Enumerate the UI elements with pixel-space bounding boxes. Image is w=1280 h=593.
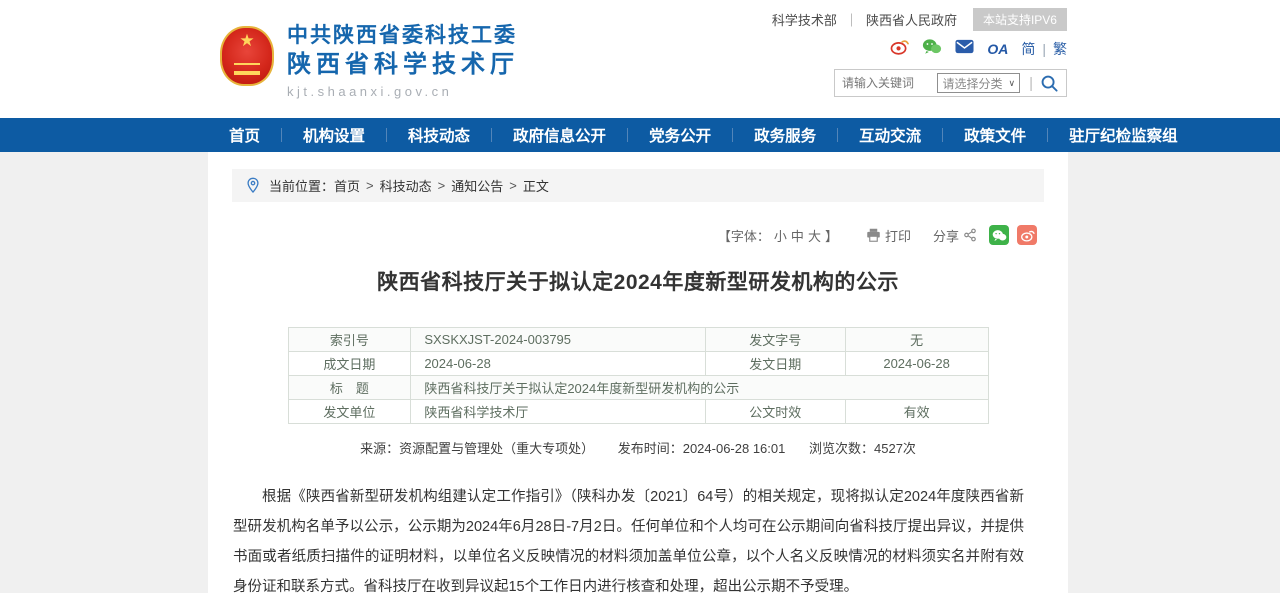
- breadcrumb-home[interactable]: 首页: [334, 176, 360, 195]
- article-controls: 【字体： 小 中 大 】 打印 分享: [208, 225, 1037, 245]
- weibo-icon: [1020, 229, 1035, 242]
- nav-item-policy-docs[interactable]: 政策文件: [943, 118, 1047, 152]
- share-label: 分享: [933, 226, 959, 245]
- share-wechat-button[interactable]: [989, 225, 1009, 245]
- nav-item-interaction[interactable]: 互动交流: [838, 118, 942, 152]
- breadcrumb-arrow: >: [438, 178, 446, 193]
- body-paragraph: 根据《陕西省新型研发机构组建认定工作指引》（陕科办发〔2021〕64号）的相关规…: [233, 482, 1024, 593]
- nav-item-home[interactable]: 首页: [208, 118, 281, 152]
- breadcrumb-notices[interactable]: 通知公告: [451, 176, 503, 195]
- breadcrumb-arrow: >: [366, 178, 374, 193]
- brand-text: 中共陕西省委科技工委 陕西省科学技术厅 kjt.shaanxi.gov.cn: [287, 22, 519, 99]
- search-box: 请选择分类 ∨ |: [834, 69, 1067, 97]
- meta-value-issuing-unit: 陕西省科学技术厅: [411, 400, 706, 424]
- breadcrumb-arrow: >: [509, 178, 517, 193]
- font-size-large-button[interactable]: 大: [808, 226, 821, 245]
- share-button[interactable]: 分享: [933, 226, 981, 245]
- meta-label-written-date: 成文日期: [288, 352, 411, 376]
- meta-value-written-date: 2024-06-28: [411, 352, 706, 376]
- lang-divider: |: [1042, 41, 1046, 57]
- main-navigation: 首页 机构设置 科技动态 政府信息公开 党务公开 政务服务 互动交流 政策文件 …: [0, 118, 1280, 152]
- font-size-small-button[interactable]: 小: [774, 226, 787, 245]
- print-label: 打印: [885, 226, 911, 245]
- breadcrumb: 当前位置： 首页 > 科技动态 > 通知公告 > 正文: [232, 169, 1044, 202]
- header-utilities: 科学技术部 ｜ 陕西省人民政府 本站支持IPV6: [772, 8, 1067, 97]
- font-size-prefix: 【字体：: [718, 226, 770, 245]
- wechat-icon: [992, 229, 1007, 242]
- nav-item-discipline-inspection[interactable]: 驻厅纪检监察组: [1048, 118, 1199, 152]
- meta-value-index-no: SXSKXJST-2024-003795: [411, 328, 706, 352]
- meta-label-validity: 公文时效: [705, 400, 845, 424]
- search-button[interactable]: [1040, 74, 1059, 93]
- publish-time: 发布时间：2024-06-28 16:01: [618, 441, 786, 456]
- meta-label-doc-no: 发文字号: [705, 328, 845, 352]
- language-switcher: 简 | 繁: [1021, 39, 1067, 59]
- search-input[interactable]: [842, 76, 937, 90]
- site-url: kjt.shaanxi.gov.cn: [287, 84, 519, 99]
- document-meta-table: 索引号 SXSKXJST-2024-003795 发文字号 无 成文日期 202…: [288, 327, 989, 424]
- page-title: 陕西省科技厅关于拟认定2024年度新型研发机构的公示: [208, 266, 1068, 296]
- article-source: 来源：资源配置与管理处（重大专项处）: [360, 441, 594, 456]
- meta-value-title: 陕西省科技厅关于拟认定2024年度新型研发机构的公示: [411, 376, 988, 400]
- org-name-line2: 陕西省科学技术厅: [287, 49, 519, 80]
- category-select-value: 请选择分类: [942, 75, 1002, 92]
- meta-value-validity: 有效: [845, 400, 988, 424]
- search-row: 请选择分类 ∨ |: [834, 69, 1067, 97]
- share-nodes-icon: [963, 228, 977, 242]
- search-icon: [1040, 74, 1059, 93]
- top-links-row: 科学技术部 ｜ 陕西省人民政府 本站支持IPV6: [772, 8, 1067, 30]
- print-button[interactable]: 打印: [862, 226, 911, 245]
- social-icon-row: OA 简 | 繁: [877, 39, 1067, 59]
- table-row: 成文日期 2024-06-28 发文日期 2024-06-28: [288, 352, 988, 376]
- top-links-separator: ｜: [845, 10, 858, 29]
- table-row: 发文单位 陕西省科学技术厅 公文时效 有效: [288, 400, 988, 424]
- breadcrumb-tech-news[interactable]: 科技动态: [380, 176, 432, 195]
- category-select[interactable]: 请选择分类 ∨: [937, 73, 1020, 93]
- link-most[interactable]: 科学技术部: [772, 10, 837, 29]
- content-card: 当前位置： 首页 > 科技动态 > 通知公告 > 正文 【字体： 小 中 大 】…: [208, 152, 1068, 593]
- meta-label-issue-date: 发文日期: [705, 352, 845, 376]
- nav-items-container: 首页 机构设置 科技动态 政府信息公开 党务公开 政务服务 互动交流 政策文件 …: [208, 118, 1199, 152]
- nav-item-gov-services[interactable]: 政务服务: [733, 118, 837, 152]
- breadcrumb-current: 正文: [523, 176, 549, 195]
- table-row: 标 题 陕西省科技厅关于拟认定2024年度新型研发机构的公示: [288, 376, 988, 400]
- font-size-suffix: 】: [825, 226, 838, 245]
- lang-simplified[interactable]: 简: [1021, 39, 1035, 59]
- printer-icon: [866, 228, 881, 242]
- font-size-control: 【字体： 小 中 大 】: [716, 226, 840, 245]
- share-weibo-button[interactable]: [1017, 225, 1037, 245]
- meta-label-issuing-unit: 发文单位: [288, 400, 411, 424]
- source-line: 来源：资源配置与管理处（重大专项处） 发布时间：2024-06-28 16:01…: [208, 438, 1068, 457]
- nav-item-tech-news[interactable]: 科技动态: [387, 118, 491, 152]
- article-body: 根据《陕西省新型研发机构组建认定工作指引》（陕科办发〔2021〕64号）的相关规…: [208, 457, 1068, 593]
- location-pin-icon: [245, 177, 261, 194]
- view-count: 浏览次数：4527次: [809, 441, 916, 456]
- meta-value-doc-no: 无: [845, 328, 988, 352]
- meta-label-title: 标 题: [288, 376, 411, 400]
- site-header: ★ 中共陕西省委科技工委 陕西省科学技术厅 kjt.shaanxi.gov.cn…: [0, 0, 1280, 118]
- table-row: 索引号 SXSKXJST-2024-003795 发文字号 无: [288, 328, 988, 352]
- org-name-line1: 中共陕西省委科技工委: [287, 22, 519, 49]
- site-brand[interactable]: ★ 中共陕西省委科技工委 陕西省科学技术厅 kjt.shaanxi.gov.cn: [220, 22, 519, 99]
- emblem-star-icon: ★: [239, 32, 254, 49]
- lang-traditional[interactable]: 繁: [1053, 39, 1067, 59]
- weibo-icon[interactable]: [890, 38, 909, 60]
- font-size-medium-button[interactable]: 中: [791, 226, 804, 245]
- chevron-down-icon: ∨: [1009, 78, 1016, 89]
- wechat-icon[interactable]: [922, 38, 942, 60]
- nav-item-org[interactable]: 机构设置: [282, 118, 386, 152]
- link-provincial-gov[interactable]: 陕西省人民政府: [866, 10, 957, 29]
- breadcrumb-label: 当前位置：: [269, 176, 334, 195]
- ipv6-badge: 本站支持IPV6: [973, 8, 1067, 31]
- national-emblem-logo: ★: [220, 26, 274, 86]
- search-divider: |: [1029, 75, 1033, 92]
- meta-label-index-no: 索引号: [288, 328, 411, 352]
- meta-value-issue-date: 2024-06-28: [845, 352, 988, 376]
- nav-item-gov-info[interactable]: 政府信息公开: [492, 118, 627, 152]
- oa-link[interactable]: OA: [987, 41, 1008, 57]
- emblem-gate-icon: [234, 63, 260, 75]
- nav-item-party-affairs[interactable]: 党务公开: [628, 118, 732, 152]
- mail-icon[interactable]: [955, 39, 974, 59]
